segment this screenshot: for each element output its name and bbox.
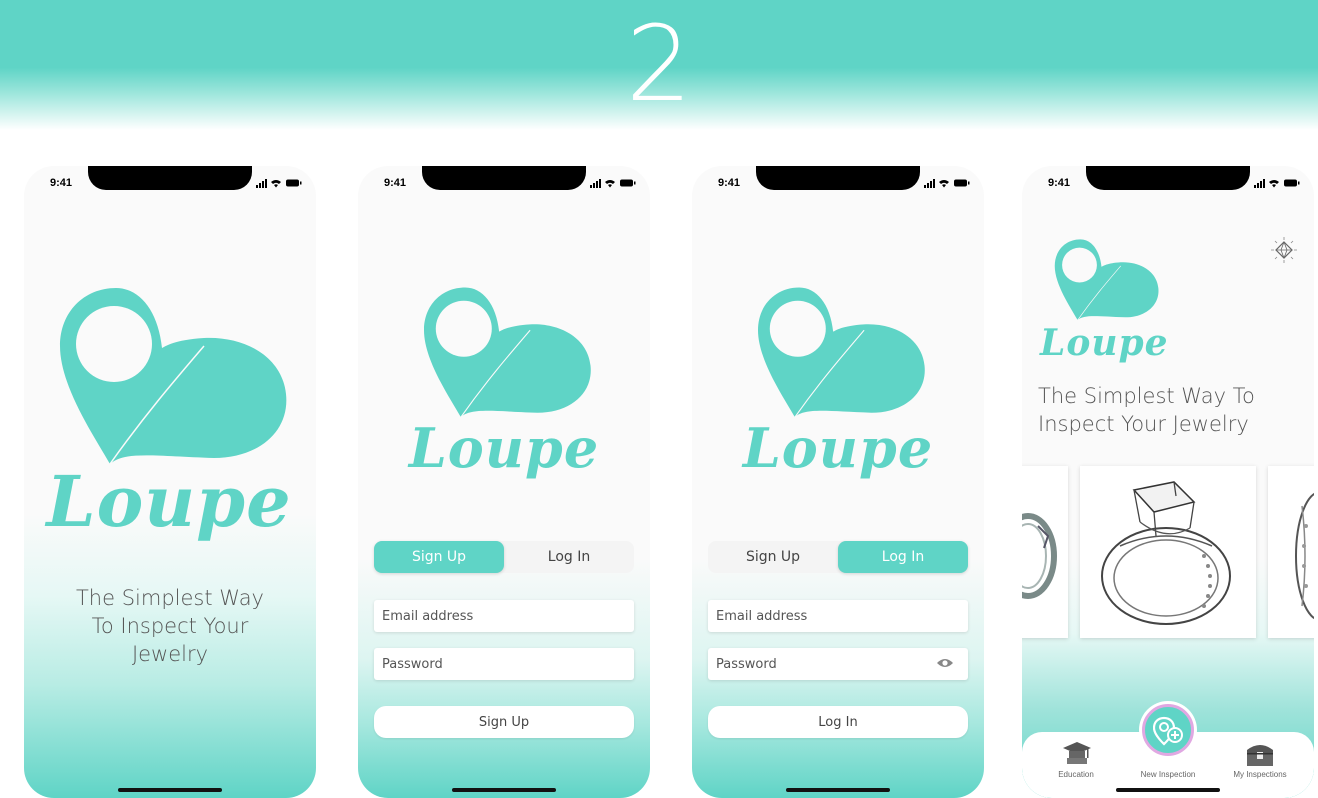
home-indicator[interactable] (1116, 788, 1220, 792)
status-time: 9:41 (1048, 177, 1071, 189)
status-bar: 9:41 (1022, 166, 1314, 198)
ring-sketch-image (1022, 513, 1057, 599)
password-field[interactable]: Password (708, 648, 968, 680)
tagline-line-2: Inspect Your Jewelry (1038, 412, 1249, 436)
password-field[interactable]: Password (374, 648, 634, 680)
brand-wordmark: Loupe (742, 416, 934, 480)
status-icons (924, 179, 970, 188)
tab-my-inspections-label: My Inspections (1233, 770, 1287, 779)
home-indicator[interactable] (118, 788, 222, 792)
tab-log-in[interactable]: Log In (838, 541, 968, 573)
status-bar: 9:41 (24, 166, 316, 198)
tab-sign-up[interactable]: Sign Up (374, 541, 504, 573)
notch (422, 166, 586, 190)
status-time: 9:41 (718, 177, 741, 189)
status-icons (590, 179, 636, 188)
graduation-cap-icon (1063, 742, 1091, 764)
phone-splash-screen: 9:41 Loupe The Simplest Way To Inspect Y… (24, 166, 316, 798)
tab-new-inspection-label: New Inspection (1140, 770, 1196, 779)
home-tagline: The Simplest Way To Inspect Your Jewelry (1038, 382, 1308, 438)
step-number: 2 (625, 3, 693, 125)
ring-sketch-image (1295, 492, 1314, 620)
log-in-button[interactable]: Log In (708, 706, 968, 738)
notch (1086, 166, 1250, 190)
new-inspection-button[interactable] (1142, 704, 1194, 756)
sign-up-button[interactable]: Sign Up (374, 706, 634, 738)
tab-log-in[interactable]: Log In (504, 541, 634, 573)
auth-mode-toggle: Sign Up Log In (374, 541, 634, 573)
eye-icon[interactable] (936, 657, 954, 669)
phone-login-screen: 9:41 Loupe Sign Up Log In Email address … (692, 166, 984, 798)
notch (756, 166, 920, 190)
status-time: 9:41 (50, 177, 73, 189)
loupe-logo-icon (1054, 239, 1159, 321)
header-banner: 2 (0, 0, 1318, 130)
ring-sketch-image (1101, 481, 1231, 625)
home-indicator[interactable] (786, 788, 890, 792)
tab-education-label: Education (1058, 770, 1094, 779)
tab-sign-up[interactable]: Sign Up (708, 541, 838, 573)
tagline-line-1: The Simplest Way (75, 586, 264, 610)
brand-wordmark: Loupe (1040, 322, 1169, 364)
tagline-line-2: To Inspect Your (91, 614, 249, 638)
carousel-card-previous[interactable] (1022, 466, 1068, 638)
brand-wordmark: Loupe (408, 416, 600, 480)
phone-home-screen: 9:41 Loupe The Simplest Way To Inspect Y… (1022, 166, 1314, 798)
notch (88, 166, 252, 190)
auth-mode-toggle: Sign Up Log In (708, 541, 968, 573)
tagline-line-1: The Simplest Way To (1038, 384, 1255, 408)
treasure-chest-icon (1247, 745, 1273, 766)
phone-signup-screen: 9:41 Loupe Sign Up Log In Email address … (358, 166, 650, 798)
status-icons (256, 179, 302, 188)
loupe-logo-icon (424, 287, 591, 418)
password-placeholder: Password (716, 657, 777, 672)
tagline-line-3: Jewelry (131, 642, 209, 666)
status-icons (1254, 179, 1300, 188)
carousel-card-active[interactable] (1080, 466, 1256, 638)
status-time: 9:41 (384, 177, 407, 189)
brand-wordmark: Loupe (46, 460, 292, 543)
email-field[interactable]: Email address (374, 600, 634, 632)
splash-tagline: The Simplest Way To Inspect Your Jewelry (24, 584, 316, 668)
email-field[interactable]: Email address (708, 600, 968, 632)
carousel-card-next[interactable] (1268, 466, 1314, 638)
status-bar: 9:41 (358, 166, 650, 198)
home-indicator[interactable] (452, 788, 556, 792)
loupe-logo-icon (60, 288, 287, 465)
add-location-icon (1153, 716, 1183, 746)
loupe-logo-icon (758, 287, 925, 418)
status-bar: 9:41 (692, 166, 984, 198)
diamond-icon[interactable] (1270, 236, 1298, 264)
